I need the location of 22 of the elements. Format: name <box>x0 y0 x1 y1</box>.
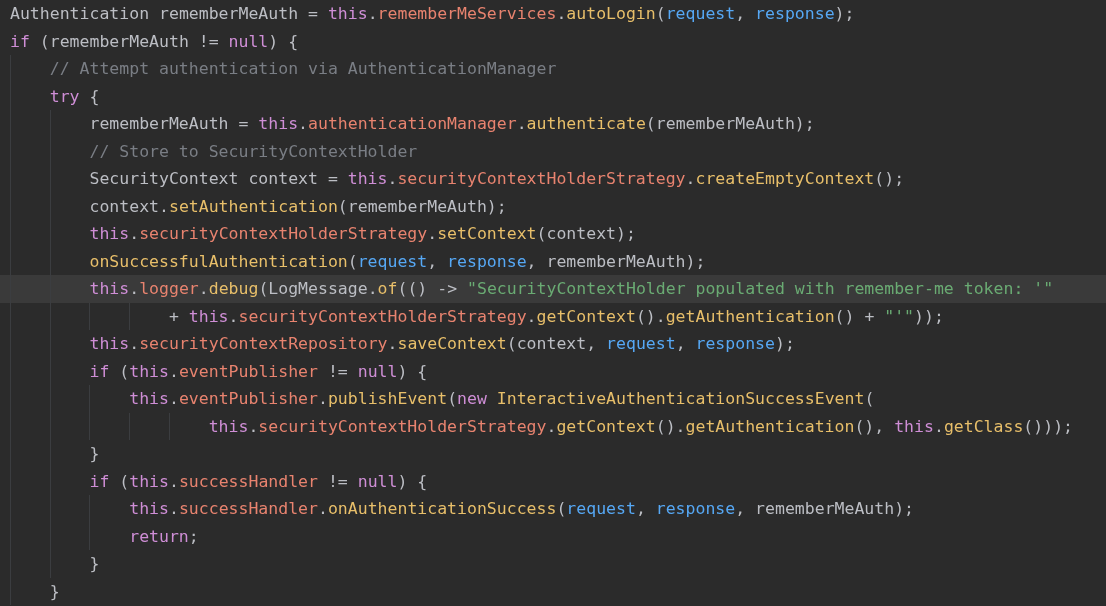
code-line: onSuccessfulAuthentication(request, response, rememberMeAuth); <box>89 250 706 273</box>
code-line: if (this.successHandler != null) { <box>89 470 428 493</box>
code-line: this.eventPublisher.publishEvent(new InteractiveAuthenticationSuccessEvent( <box>129 388 875 410</box>
code-line: return; <box>129 525 199 548</box>
code-line: if (this.eventPublisher != null) { <box>89 360 428 383</box>
code-line: // Store to SecurityContextHolder <box>89 140 418 163</box>
code-line: } <box>89 553 100 575</box>
code-line: if (rememberMeAuth != null) { <box>10 30 299 53</box>
code-line: this.successHandler.onAuthenticationSuccess(request, response, rememberMeAuth); <box>129 498 915 520</box>
code-line: SecurityContext context = this.securityContextHolderStrategy.createEmptyContext(); <box>89 168 905 190</box>
code-line: } <box>89 443 100 465</box>
code-line: + this.securityContextHolderStrategy.getContext().getAuthentication() + "'")); <box>168 305 944 328</box>
code-line: this.logger.debug(LogMessage.of(() -> "SecurityContextHolder populated with remember-me token: '" <box>89 278 1054 300</box>
code-line: try { <box>49 85 100 108</box>
code-line: rememberMeAuth = this.authenticationManager.authenticate(rememberMeAuth); <box>89 113 815 135</box>
code-line: Authentication rememberMeAuth = this.rememberMeServices.autoLogin(request, response); <box>10 3 855 25</box>
code-line: context.setAuthentication(rememberMeAuth); <box>89 195 507 218</box>
code-line: // Attempt authentication via AuthenticationManager <box>49 58 557 80</box>
code-line: this.securityContextRepository.saveContext(context, request, response); <box>89 333 795 355</box>
code-line: this.securityContextHolderStrategy.setContext(context); <box>89 223 636 245</box>
code-line: this.securityContextHolderStrategy.getContext().getAuthentication(), this.getClass())); <box>208 415 1074 438</box>
code-line: } <box>49 580 60 603</box>
